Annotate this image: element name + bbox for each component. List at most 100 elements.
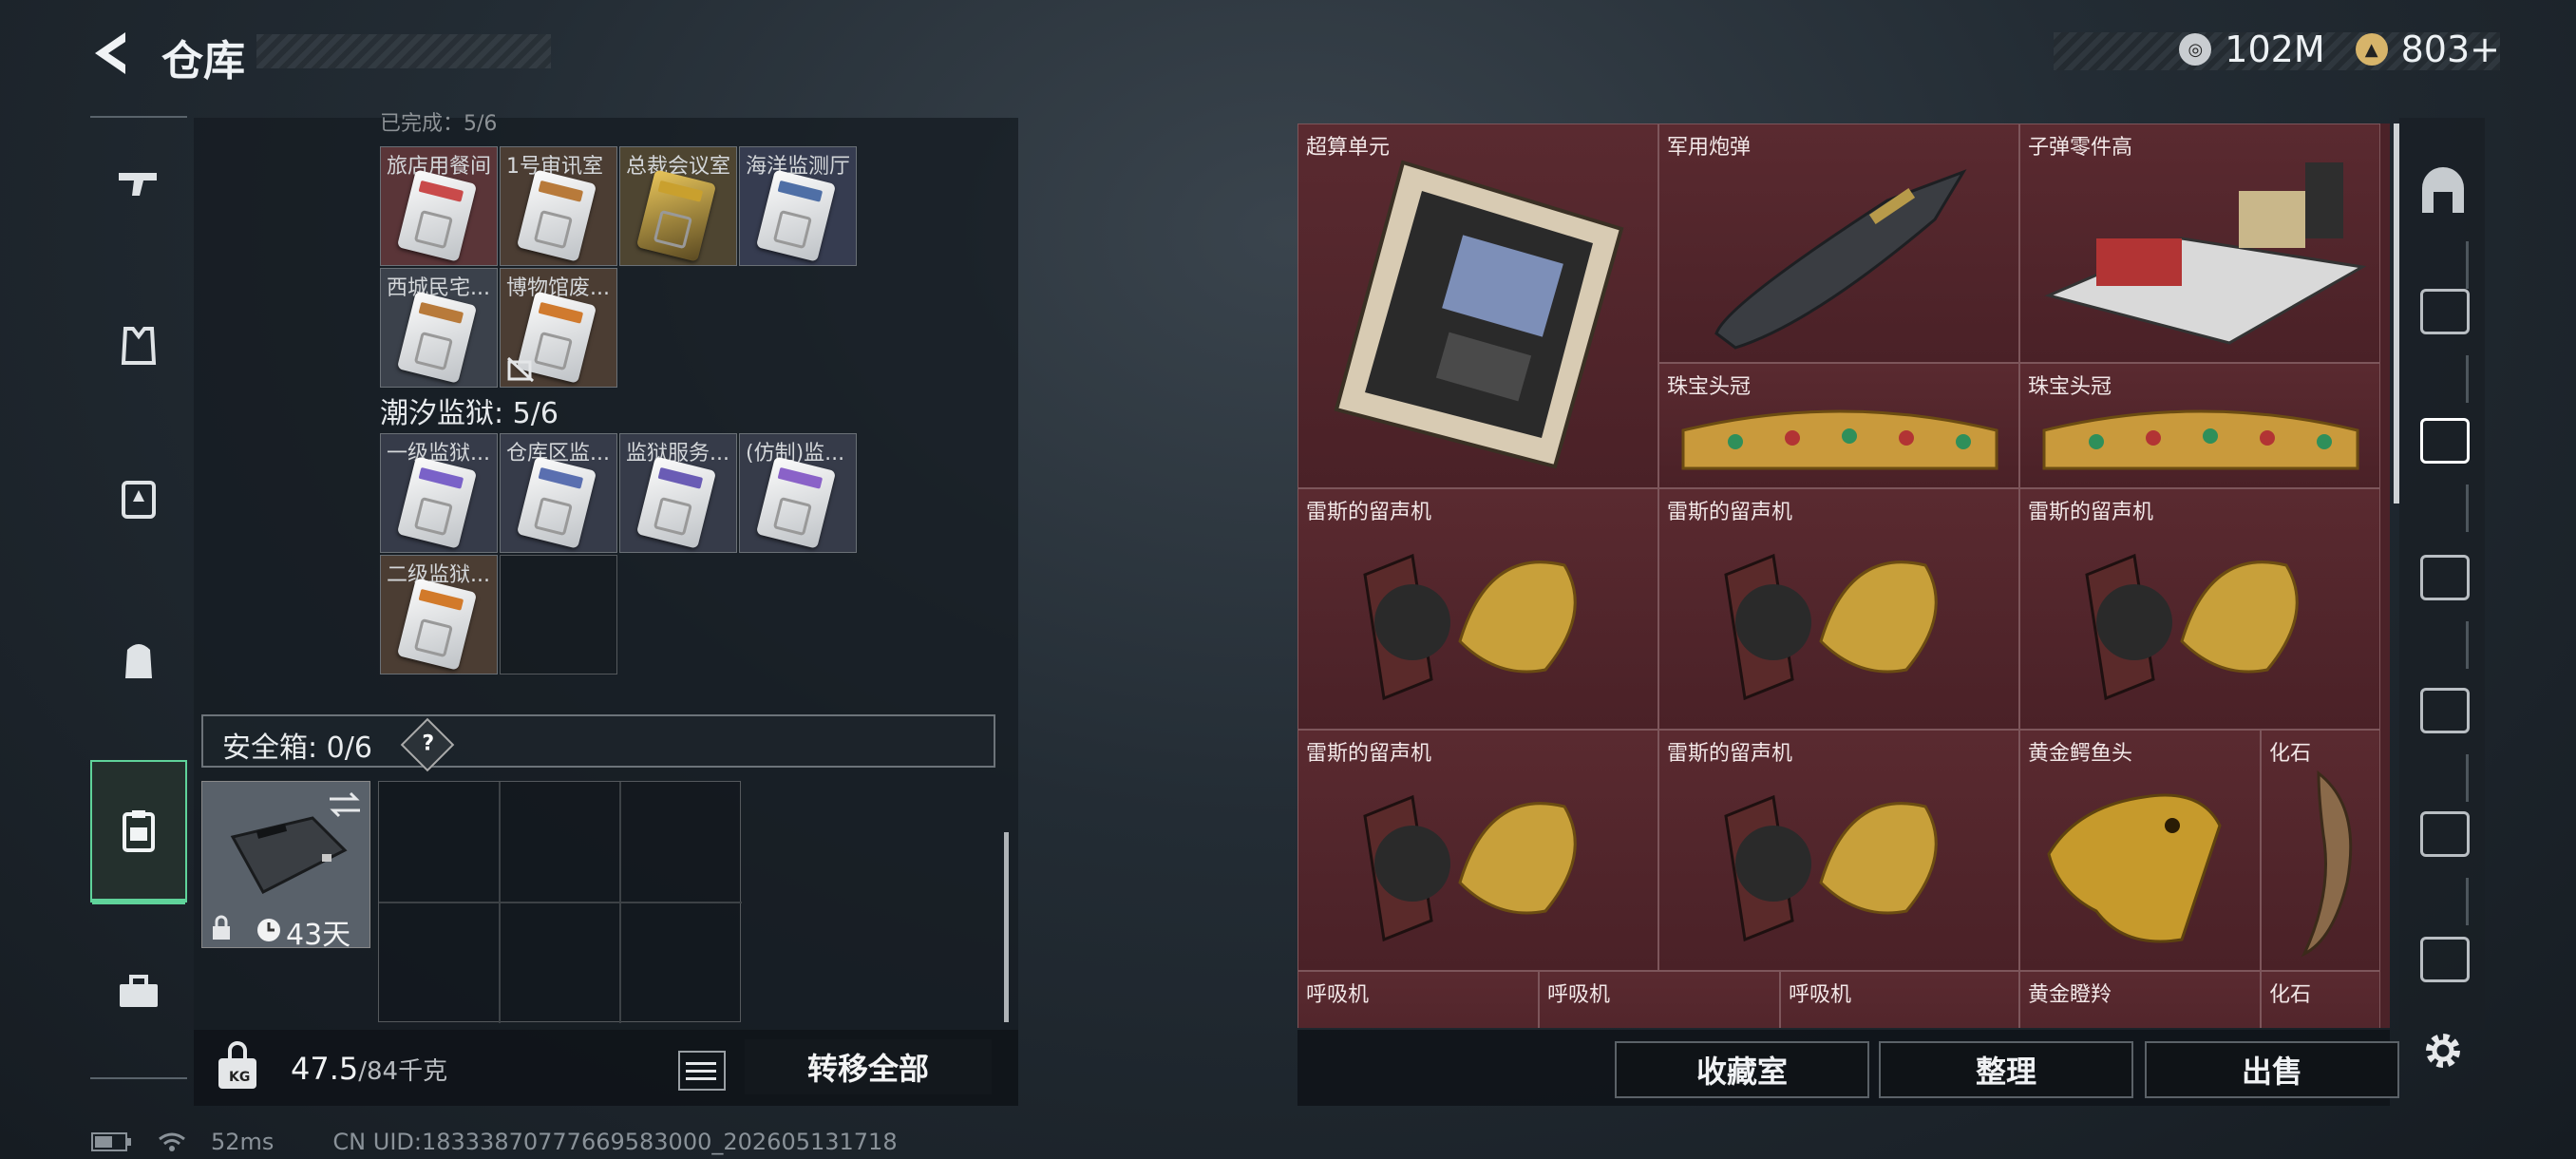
battery-icon bbox=[91, 1132, 131, 1151]
item-cell[interactable]: 黄金瞪羚 bbox=[2019, 971, 2261, 1028]
item-cell[interactable]: 雷斯的留声机 bbox=[1658, 488, 2019, 730]
item-label: 雷斯的留声机 bbox=[1667, 742, 1793, 766]
chest-rig-icon bbox=[122, 481, 156, 519]
item-label: 雷斯的留声机 bbox=[1306, 501, 1432, 524]
clock-icon bbox=[257, 919, 280, 941]
keycard-slot[interactable]: 西城民宅... bbox=[380, 268, 498, 388]
storage-tab-3-icon[interactable] bbox=[2420, 555, 2470, 600]
item-grid: 超算单元 军用炮弹 子弹零件高 珠宝头冠 珠宝头冠 雷斯的留声机 雷斯的留声机 … bbox=[1297, 124, 2390, 1028]
transfer-all-button[interactable]: 转移全部 bbox=[745, 1039, 992, 1094]
item-cell[interactable]: 珠宝头冠 bbox=[2019, 363, 2380, 488]
item-image bbox=[2047, 793, 2222, 943]
swap-icon[interactable] bbox=[326, 789, 364, 820]
right-footer: 收藏室 整理 出售 bbox=[1297, 1030, 2399, 1106]
keycard-image bbox=[635, 169, 717, 262]
safe-box-slot[interactable]: 43天 bbox=[201, 781, 370, 952]
keycard-slot[interactable]: 一级监狱... bbox=[380, 433, 498, 553]
nav-chest-rig[interactable] bbox=[90, 431, 187, 564]
group-b-title: 潮汐监狱: 5/6 bbox=[380, 397, 559, 430]
gun-icon bbox=[119, 173, 157, 196]
item-label: 化石 bbox=[2269, 742, 2312, 766]
keycard-image bbox=[755, 456, 837, 549]
keycard-image bbox=[516, 169, 597, 262]
item-label: 呼吸机 bbox=[1547, 983, 1611, 1007]
tab-divider bbox=[2466, 754, 2469, 802]
item-cell[interactable]: 军用炮弹 bbox=[1658, 124, 2019, 363]
safe-box-duration: 43天 bbox=[286, 919, 351, 952]
storage-tab-3b-icon[interactable] bbox=[2420, 811, 2470, 857]
status-bar: 52ms CN UID:18333870777669583000_2026051… bbox=[91, 1129, 898, 1155]
item-cell[interactable]: 化石 bbox=[2261, 971, 2380, 1028]
keycard-slot[interactable]: 监狱服务... bbox=[619, 433, 737, 553]
keycard-image bbox=[516, 456, 597, 549]
tab-divider bbox=[2466, 878, 2469, 925]
item-cell[interactable]: 雷斯的留声机 bbox=[1297, 488, 1658, 730]
help-icon[interactable]: ? bbox=[400, 717, 455, 772]
storage-tab-4-icon[interactable] bbox=[2420, 289, 2470, 334]
safe-case-image bbox=[230, 816, 348, 894]
add-storage-icon[interactable] bbox=[2420, 688, 2470, 733]
safe-box-label: 安全箱: 0/6 bbox=[222, 732, 372, 765]
keycard-image bbox=[755, 169, 837, 262]
safe-box-grid[interactable] bbox=[378, 781, 742, 1023]
keycard-slot[interactable]: 二级监狱... bbox=[380, 555, 498, 674]
item-cell[interactable]: 呼吸机 bbox=[1780, 971, 2019, 1028]
storage-tab-4b-icon[interactable] bbox=[2420, 937, 2470, 982]
nav-backpack[interactable] bbox=[90, 593, 187, 726]
sell-button[interactable]: 出售 bbox=[2145, 1041, 2399, 1098]
list-icon[interactable] bbox=[678, 1051, 726, 1091]
tab-divider bbox=[2466, 621, 2469, 669]
nav-divider-bottom bbox=[90, 1077, 187, 1079]
item-label: 雷斯的留声机 bbox=[2028, 501, 2154, 524]
nav-weapons[interactable] bbox=[90, 118, 187, 251]
armor-vest-icon bbox=[121, 327, 157, 365]
keycard-slot[interactable]: 旅店用餐间 bbox=[380, 146, 498, 266]
keycard-slot[interactable]: 仓库区监... bbox=[500, 433, 617, 553]
scrollbar[interactable] bbox=[1004, 832, 1009, 1022]
broken-card-icon bbox=[506, 356, 535, 383]
keycard-slot[interactable]: 总裁会议室 bbox=[619, 146, 737, 266]
home-storage-icon[interactable] bbox=[2416, 165, 2470, 218]
safe-box-icon bbox=[123, 810, 155, 852]
item-cell[interactable]: 呼吸机 bbox=[1297, 971, 1539, 1028]
item-cell[interactable]: 雷斯的留声机 bbox=[1658, 730, 2019, 971]
weight-value: 47.5 bbox=[291, 1051, 359, 1087]
item-image bbox=[1334, 160, 1624, 469]
keycard-slot[interactable]: 1号审讯室 bbox=[500, 146, 617, 266]
back-arrow-icon[interactable] bbox=[87, 27, 133, 80]
item-cell[interactable]: 呼吸机 bbox=[1539, 971, 1780, 1028]
storage-tab-5-icon[interactable] bbox=[2420, 418, 2470, 464]
item-image bbox=[1724, 794, 1938, 942]
weight-max: /84千克 bbox=[358, 1057, 448, 1086]
group-a-title: 已完成：5/6 bbox=[380, 112, 498, 136]
grid-lines bbox=[379, 782, 742, 1023]
item-cell[interactable]: 子弹零件高 bbox=[2019, 124, 2380, 363]
item-image bbox=[1363, 794, 1577, 942]
empty-keycard-slot[interactable] bbox=[500, 555, 617, 674]
nav-armor[interactable] bbox=[90, 279, 187, 412]
nav-toolbox[interactable] bbox=[90, 925, 187, 1058]
currency-gold-value[interactable]: 803+ bbox=[2401, 28, 2500, 70]
item-image bbox=[2301, 770, 2353, 958]
collection-button[interactable]: 收藏室 bbox=[1615, 1041, 1869, 1098]
nav-safe-box[interactable] bbox=[90, 760, 187, 904]
help-glyph: ? bbox=[422, 732, 435, 756]
keycard-image bbox=[635, 456, 717, 549]
uid-text: CN UID:18333870777669583000_202605131718 bbox=[332, 1129, 898, 1155]
item-label: 呼吸机 bbox=[1789, 983, 1852, 1007]
keycard-slot[interactable]: 海洋监测厅 bbox=[739, 146, 857, 266]
item-cell[interactable]: 超算单元 bbox=[1297, 124, 1658, 488]
keycard-slot[interactable]: (仿制)监... bbox=[739, 433, 857, 553]
keycard-slot[interactable]: 博物馆废... bbox=[500, 268, 617, 388]
sort-button[interactable]: 整理 bbox=[1879, 1041, 2133, 1098]
item-label: 黄金鳄鱼头 bbox=[2028, 742, 2133, 766]
item-cell[interactable]: 黄金鳄鱼头 bbox=[2019, 730, 2261, 971]
item-label: 军用炮弹 bbox=[1667, 136, 1752, 160]
item-cell[interactable]: 化石 bbox=[2261, 730, 2380, 971]
gear-icon[interactable] bbox=[2418, 1026, 2468, 1075]
item-image bbox=[2085, 553, 2299, 701]
item-cell[interactable]: 雷斯的留声机 bbox=[2019, 488, 2380, 730]
tab-divider bbox=[2466, 484, 2469, 532]
item-cell[interactable]: 雷斯的留声机 bbox=[1297, 730, 1658, 971]
item-cell[interactable]: 珠宝头冠 bbox=[1658, 363, 2019, 488]
